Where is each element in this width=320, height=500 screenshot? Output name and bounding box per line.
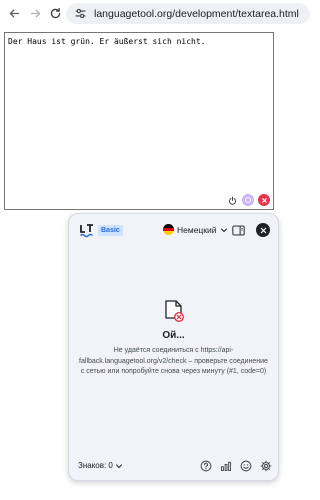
- plan-badge: Basic: [98, 225, 123, 236]
- close-button[interactable]: [256, 223, 270, 237]
- text-input-area[interactable]: Der Haus ist grün. Er äußerst sich nicht…: [4, 32, 274, 210]
- textarea-tool-icons: [227, 194, 270, 206]
- language-label: Немецкий: [177, 224, 217, 235]
- footer-actions: [199, 459, 272, 472]
- error-state: Ой... Не удаётся соединиться с https://a…: [69, 299, 278, 378]
- error-status-icon[interactable]: [258, 194, 270, 206]
- site-settings-icon[interactable]: [74, 7, 87, 20]
- forward-arrow-icon[interactable]: [26, 4, 45, 23]
- textarea-text[interactable]: Der Haus ist grün. Er äußerst sich nicht…: [8, 37, 205, 46]
- popup-header: Basic Немецкий: [69, 214, 278, 248]
- languagetool-logo-icon: [79, 224, 94, 238]
- feedback-smiley-icon[interactable]: [239, 459, 252, 472]
- chevron-down-icon: [115, 464, 122, 468]
- settings-gear-icon[interactable]: [259, 459, 272, 472]
- address-bar[interactable]: languagetool.org/development/textarea.ht…: [66, 3, 310, 24]
- error-title: Ой...: [162, 330, 185, 341]
- url-text: languagetool.org/development/textarea.ht…: [94, 7, 299, 20]
- popup-footer: Знаков: 0: [69, 452, 278, 480]
- power-icon[interactable]: [227, 195, 238, 206]
- language-selector[interactable]: Немецкий: [163, 224, 228, 235]
- char-count-selector[interactable]: Знаков: 0: [78, 461, 123, 470]
- languagetool-popup: Basic Немецкий Ой... Не удаётся соединит…: [68, 213, 279, 481]
- file-error-icon: [164, 300, 184, 323]
- char-count-label: Знаков: 0: [78, 461, 113, 470]
- browser-toolbar: languagetool.org/development/textarea.ht…: [0, 0, 312, 27]
- close-icon: [260, 227, 266, 233]
- help-icon[interactable]: [199, 459, 212, 472]
- german-flag-icon: [163, 224, 174, 235]
- languagetool-icon[interactable]: [242, 194, 254, 206]
- back-arrow-icon[interactable]: [5, 4, 24, 23]
- sidebar-toggle-icon[interactable]: [232, 225, 245, 236]
- error-message: Не удаётся соединиться с https://api-fal…: [79, 347, 268, 375]
- reload-icon[interactable]: [46, 4, 65, 23]
- statistics-icon[interactable]: [219, 459, 232, 472]
- chevron-down-icon: [220, 228, 227, 232]
